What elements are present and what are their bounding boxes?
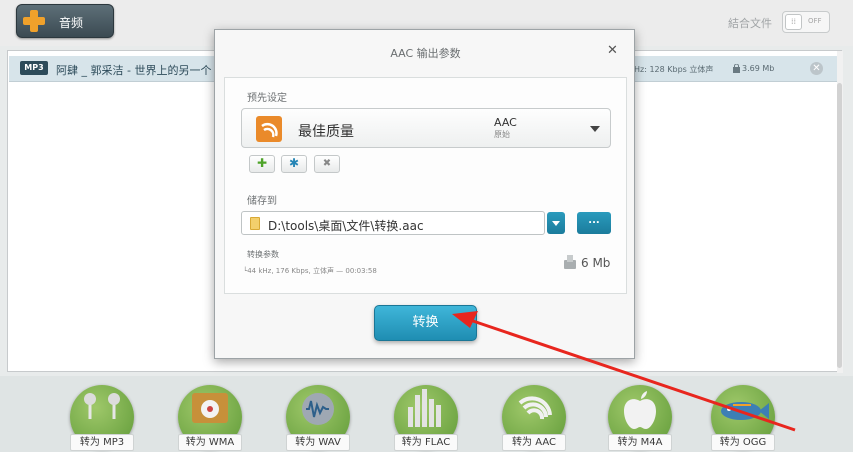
merge-toggle[interactable]: ⁞⁞ OFF <box>782 11 830 33</box>
path-history-dropdown-button[interactable] <box>547 212 565 234</box>
preset-codec: AAC <box>494 116 517 129</box>
gear-icon: ✱ <box>288 156 300 170</box>
close-icon[interactable]: ✕ <box>607 43 618 58</box>
convert-to-flac-button[interactable]: 转为 FLAC <box>391 380 461 452</box>
file-format-badge: MP3 <box>20 61 48 75</box>
preset-name: 最佳质量 <box>298 124 354 140</box>
format-label: 转为 WAV <box>286 434 350 451</box>
convert-to-wma-button[interactable]: 转为 WMA <box>175 380 245 452</box>
disk-size-icon <box>564 255 576 269</box>
chevron-down-icon <box>590 126 600 132</box>
plus-icon <box>21 8 47 34</box>
format-bar: 转为 MP3 转为 WMA 转为 WAV 转为 FLAC 转为 AAC 转为 M… <box>0 376 853 452</box>
delete-preset-button[interactable]: ✖ <box>314 155 340 173</box>
format-label: 转为 MP3 <box>70 434 134 451</box>
scrollbar-thumb[interactable] <box>837 83 842 368</box>
plus-icon: ✚ <box>256 156 268 170</box>
format-label: 转为 AAC <box>502 434 566 451</box>
convert-button[interactable]: 转换 <box>374 305 477 341</box>
convert-to-aac-button[interactable]: 转为 AAC <box>499 380 569 452</box>
output-path-text: D:\tools\桌面\文件\转换.aac <box>268 219 424 233</box>
aac-preset-icon <box>256 116 282 142</box>
dialog-title: AAC 输出参数 <box>390 47 461 60</box>
params-title: 转换参数 <box>247 250 279 259</box>
file-name: 阿肆 _ 郭采洁 - 世界上的另一个 <box>56 64 212 77</box>
convert-to-m4a-button[interactable]: 转为 M4A <box>605 380 675 452</box>
toggle-knob: ⁞⁞ <box>785 14 802 30</box>
format-label: 转为 M4A <box>608 434 672 451</box>
toggle-state: OFF <box>808 17 822 25</box>
close-icon: ✖ <box>322 158 332 169</box>
edit-preset-button[interactable]: ✱ <box>281 155 307 173</box>
preset-section-label: 预先设定 <box>247 93 287 104</box>
save-section-label: 储存到 <box>247 196 277 207</box>
params-detail-text: 44 kHz, 176 Kbps, 立体声 — 00:03:58 <box>247 267 377 275</box>
aac-output-dialog: AAC 输出参数 ✕ 预先设定 最佳质量 AAC 原始 ✚ ✱ ✖ 储存到 D:… <box>214 29 635 359</box>
add-audio-label: 音频 <box>59 16 84 30</box>
estimated-size: 6 Mb <box>581 256 611 270</box>
folder-icon <box>250 217 260 230</box>
convert-to-wav-button[interactable]: 转为 WAV <box>283 380 353 452</box>
convert-to-mp3-button[interactable]: 转为 MP3 <box>67 380 137 452</box>
remove-file-icon[interactable]: ✕ <box>810 62 823 75</box>
file-size: 3.69 Mb <box>742 64 775 73</box>
add-audio-button[interactable]: 音频 <box>16 4 114 38</box>
convert-to-ogg-button[interactable]: 转为 OGG <box>708 380 778 452</box>
preset-subtitle: 原始 <box>494 130 510 139</box>
format-label: 转为 WMA <box>178 434 242 451</box>
add-preset-button[interactable]: ✚ <box>249 155 275 173</box>
file-size-icon <box>733 64 740 73</box>
output-path-input[interactable]: D:\tools\桌面\文件\转换.aac <box>241 211 545 235</box>
preset-dropdown[interactable]: 最佳质量 AAC 原始 <box>241 108 611 148</box>
format-label: 转为 OGG <box>711 434 775 451</box>
params-detail: └44 kHz, 176 Kbps, 立体声 — 00:03:58 <box>243 267 377 275</box>
merge-files-label: 結合文件 <box>728 17 772 30</box>
format-label: 转为 FLAC <box>394 434 458 451</box>
file-audio-info: Hz: 128 Kbps 立体声 <box>634 65 714 74</box>
browse-button[interactable]: ... <box>577 212 611 234</box>
dialog-settings-panel: 预先设定 最佳质量 AAC 原始 ✚ ✱ ✖ 储存到 D:\tools\桌面\文… <box>224 77 627 294</box>
